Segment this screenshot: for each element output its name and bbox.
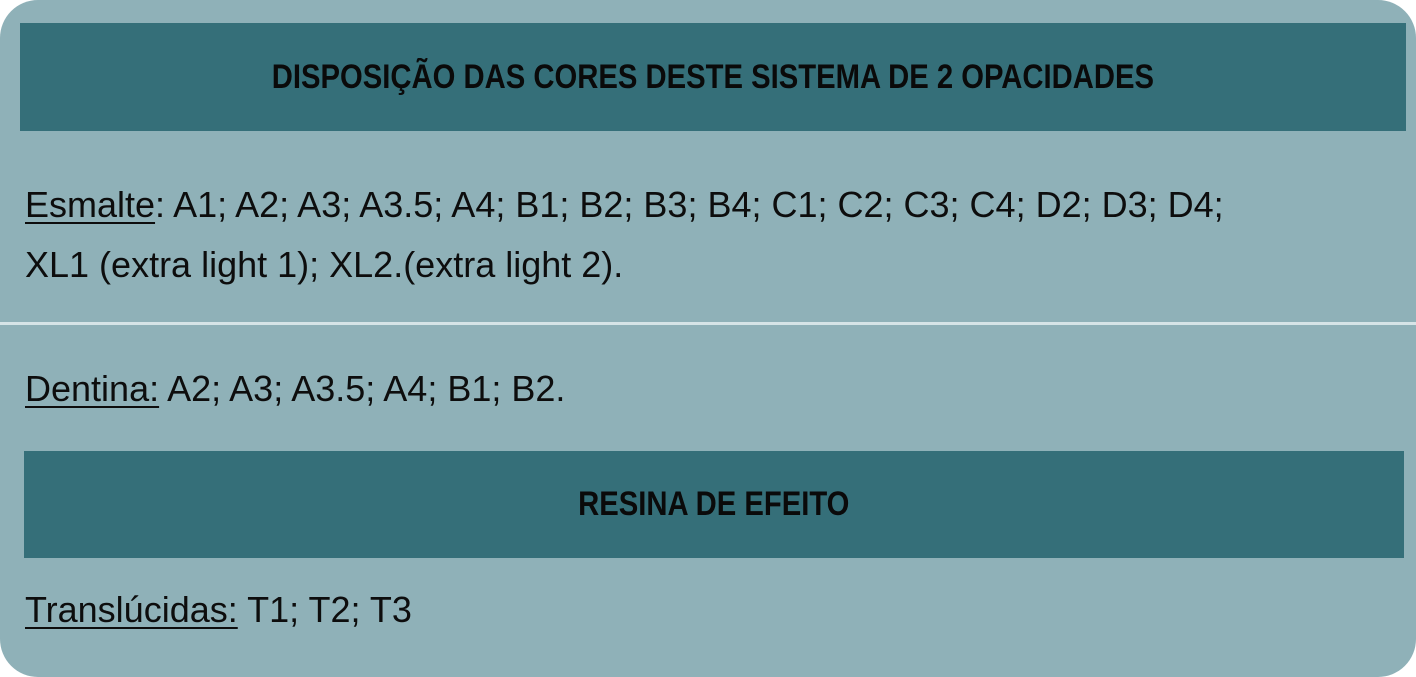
translucidas-values: T1; T2; T3 — [237, 589, 412, 630]
effect-section-banner: RESINA DE EFEITO — [24, 451, 1404, 558]
dentina-row: Dentina: A2; A3; A3.5; A4; B1; B2. — [25, 359, 1395, 419]
esmalte-label: Esmalte — [25, 184, 156, 225]
header-banner: DISPOSIÇÃO DAS CORES DESTE SISTEMA DE 2 … — [20, 23, 1406, 131]
effect-section-title: RESINA DE EFEITO — [578, 485, 850, 523]
translucidas-label: Translúcidas: — [25, 589, 238, 630]
esmalte-row: Esmalte: A1; A2; A3; A3.5; A4; B1; B2; B… — [25, 175, 1395, 295]
dentina-values: A2; A3; A3.5; A4; B1; B2. — [159, 368, 566, 409]
translucidas-row: Translúcidas: T1; T2; T3 — [25, 580, 1395, 640]
esmalte-values-line1: A1; A2; A3; A3.5; A4; B1; B2; B3; B4; C1… — [165, 184, 1224, 225]
color-system-card: DISPOSIÇÃO DAS CORES DESTE SISTEMA DE 2 … — [0, 0, 1416, 677]
esmalte-values-line2: XL1 (extra light 1); XL2.(extra light 2)… — [25, 244, 624, 285]
dentina-label: Dentina: — [25, 368, 160, 409]
section-divider — [0, 322, 1416, 325]
header-title: DISPOSIÇÃO DAS CORES DESTE SISTEMA DE 2 … — [271, 57, 1155, 96]
esmalte-separator: : — [155, 184, 166, 225]
